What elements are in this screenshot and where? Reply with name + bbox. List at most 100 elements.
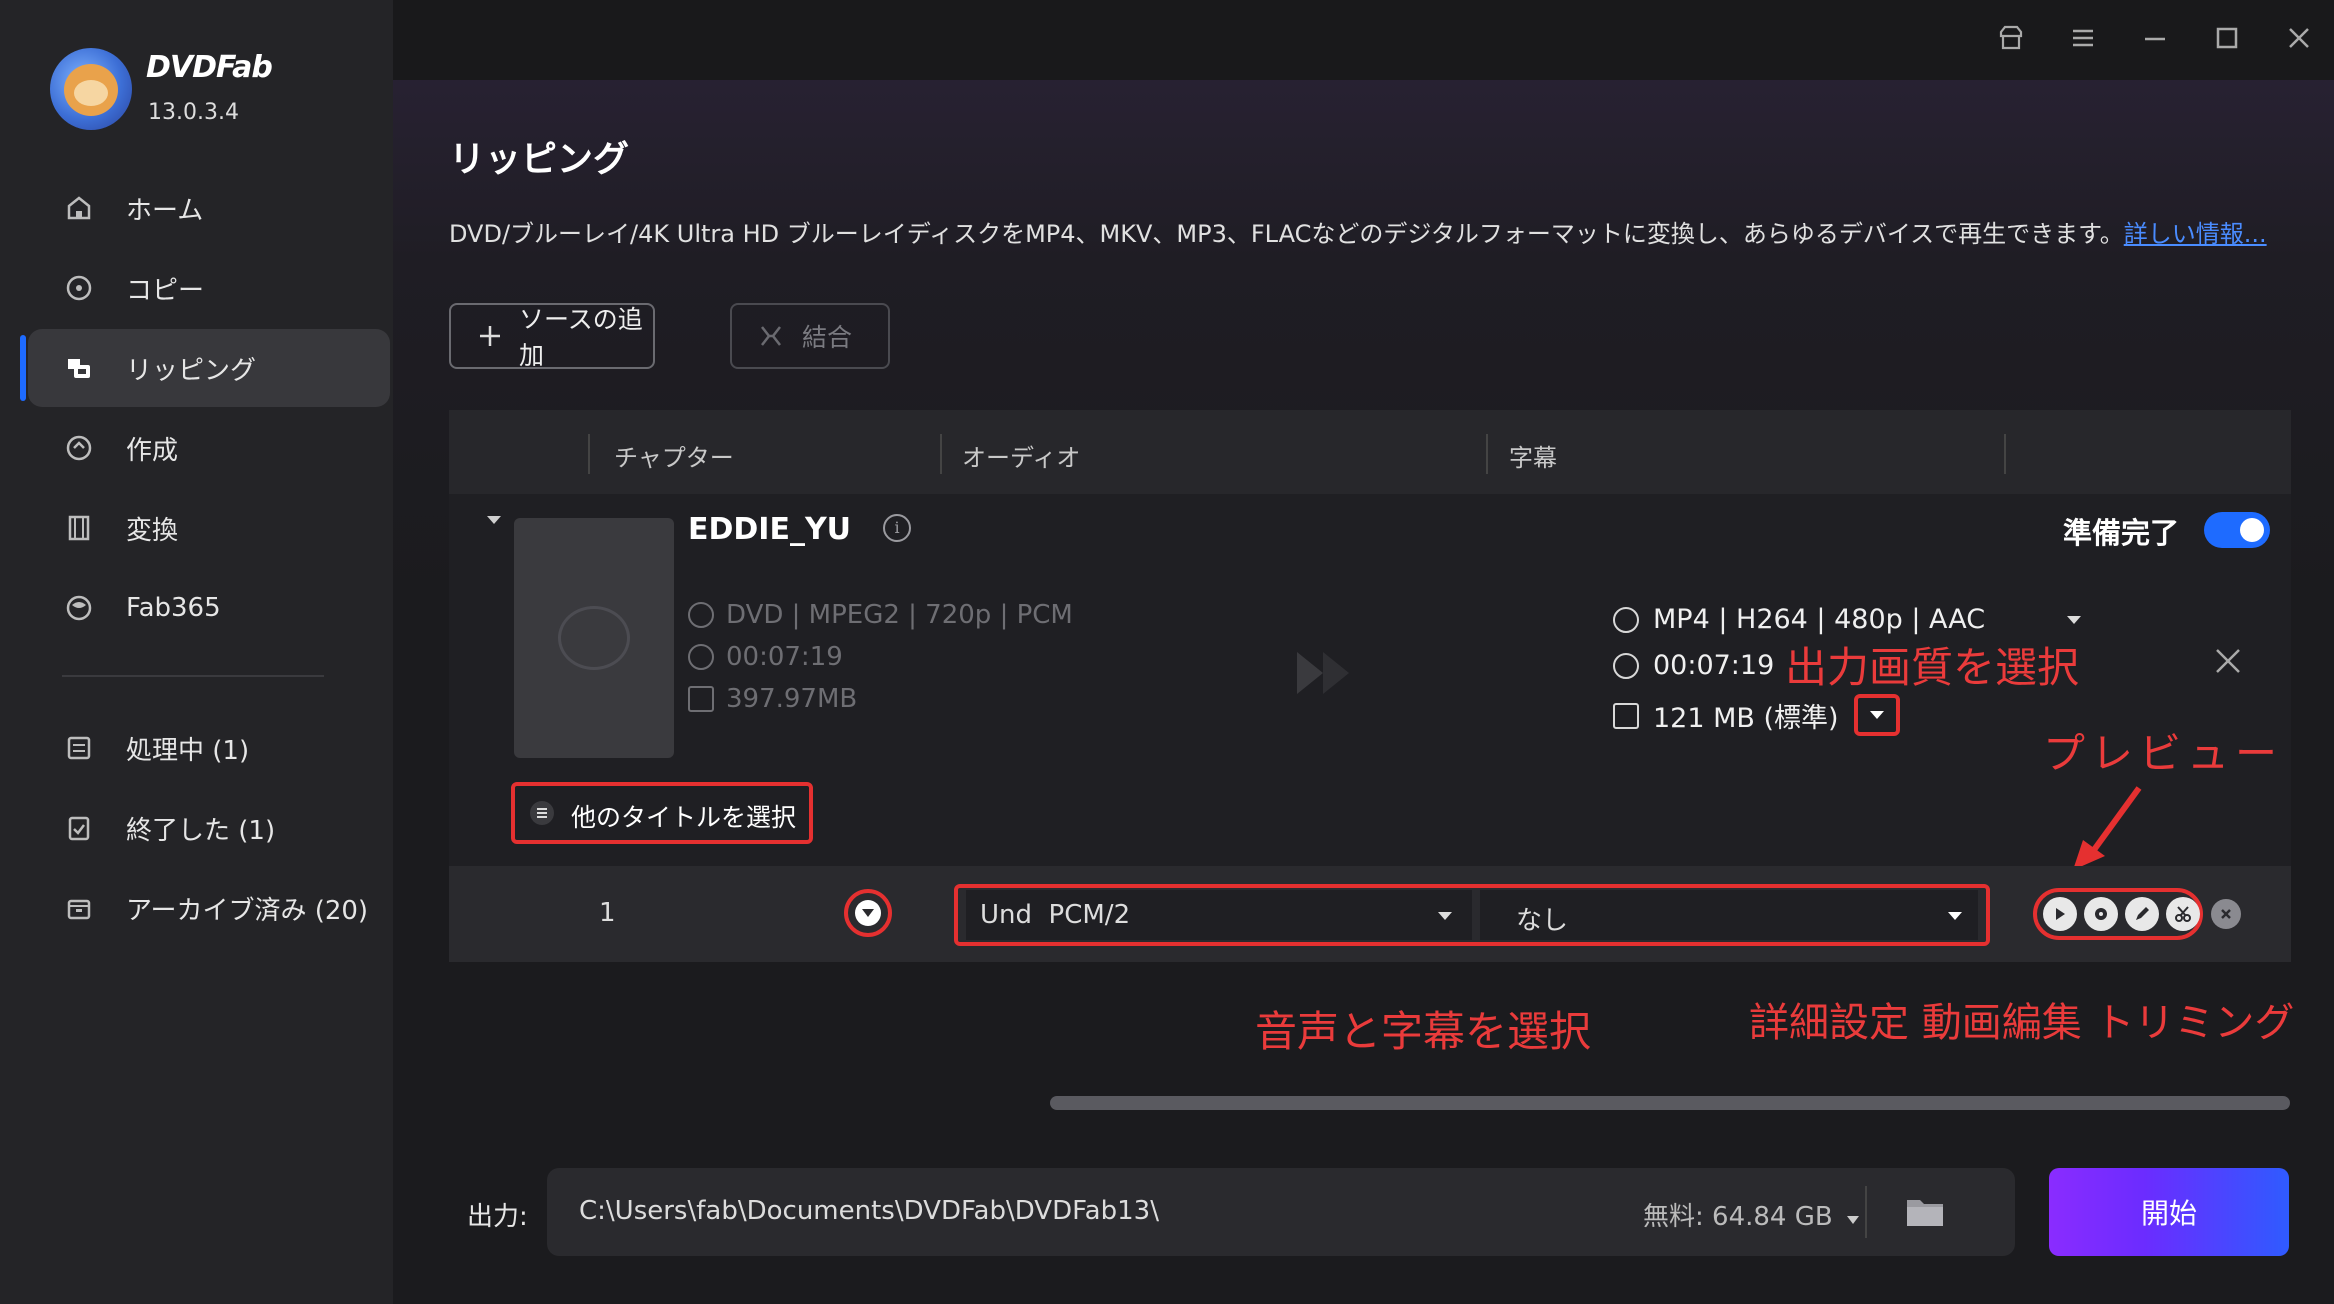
film-icon [62,511,96,545]
merge-icon [758,323,784,349]
folder-icon[interactable] [1905,1194,1945,1232]
annotation-preview: プレビュー [2043,729,2284,778]
output-size-text: 121 MB (標準) [1653,703,1839,734]
menu-icon[interactable] [2063,18,2103,58]
home-icon [62,191,96,225]
chevron-down-icon [1946,908,1964,927]
audio-select-value: Und PCM/2 [980,900,1131,930]
shop-icon[interactable] [1991,18,2031,58]
fab365-icon [62,591,96,625]
source-format-text: DVD | MPEG2 | 720p | PCM [726,600,1073,630]
processing-icon [62,731,96,765]
minimize-icon[interactable] [2135,18,2175,58]
annotation-tools: 詳細設定 動画編集 トリミング [1749,1000,2295,1046]
format-dropdown-icon[interactable] [2065,612,2083,631]
clock-icon [688,644,714,670]
sidebar-item-home[interactable]: ホーム [28,169,390,247]
column-audio: オーディオ [962,444,1081,472]
output-path-text: C:\Users\fab\Documents\DVDFab\DVDFab13\ [579,1196,1159,1226]
sidebar-item-label: 処理中 (1) [126,735,250,766]
subtitle-select[interactable]: なし [1480,890,1978,940]
sidebar-item-processing[interactable]: 処理中 (1) [28,709,390,787]
output-label: 出力: [467,1202,528,1232]
chevron-down-icon [1436,908,1454,927]
file-icon [688,686,714,712]
sidebar-item-label: 作成 [126,435,179,466]
quality-dropdown-icon[interactable] [1860,700,1894,730]
start-button[interactable]: 開始 [2049,1168,2289,1256]
collapse-arrow-icon[interactable] [485,512,503,531]
remove-title-icon[interactable] [2213,646,2243,680]
brand-name: DVDFab [146,50,273,85]
page-title: リッピング [449,139,630,180]
active-indicator [20,335,26,401]
chevron-down-icon [855,900,881,926]
close-window-icon[interactable] [2279,18,2319,58]
column-separator [2004,434,2006,474]
column-separator [588,434,590,474]
sidebar-item-finished[interactable]: 終了した (1) [28,789,390,867]
video-edit-icon[interactable] [2125,897,2159,931]
more-info-link[interactable]: 詳しい情報... [2124,220,2267,248]
sidebar-item-label: 変換 [126,515,179,546]
ready-toggle[interactable] [2204,512,2270,548]
title-bar [393,0,2334,80]
sidebar-item-ripper[interactable]: リッピング [28,329,390,407]
ripper-icon [62,351,96,385]
info-icon[interactable]: i [883,514,911,542]
sidebar-item-archived[interactable]: アーカイブ済み (20) [28,869,390,947]
finished-icon [62,811,96,845]
ready-label: 準備完了 [2063,516,2180,550]
output-duration: 00:07:19 [1613,650,1774,681]
source-size-text: 397.97MB [726,684,858,714]
output-format[interactable]: MP4 | H264 | 480p | AAC [1613,604,1985,635]
free-space-dropdown[interactable]: 無料: 64.84 GB [1643,1196,1861,1233]
source-duration: 00:07:19 [688,642,843,672]
horizontal-scrollbar[interactable] [1050,1096,2290,1110]
list-icon [529,800,555,830]
trim-icon[interactable] [2166,897,2200,931]
add-source-button[interactable]: ソースの追加 [449,303,655,370]
sidebar-item-label: コピー [126,275,205,306]
preview-play-icon[interactable] [2043,897,2077,931]
output-path-field[interactable]: C:\Users\fab\Documents\DVDFab\DVDFab13\ … [547,1168,2015,1256]
chapter-dropdown-button[interactable] [844,889,892,937]
free-space-text: 無料: 64.84 GB [1643,1202,1833,1232]
subtitle-select-value: なし [1516,906,1569,936]
sidebar-divider [62,675,324,677]
sidebar-item-label: リッピング [126,355,257,386]
column-chapter: チャプター [614,444,734,472]
maximize-icon[interactable] [2207,18,2247,58]
plus-icon [477,323,503,349]
sidebar-item-label: アーカイブ済み (20) [126,895,369,926]
page-description: DVD/ブルーレイ/4K Ultra HD ブルーレイディスクをMP4、MKV、… [449,214,2267,249]
merge-button[interactable]: 結合 [730,303,890,369]
other-titles-label: 他のタイトルを選択 [571,803,797,832]
table-header: チャプター オーディオ 字幕 [449,410,2291,494]
placeholder-logo-icon [558,606,630,670]
main-panel: リッピング DVD/ブルーレイ/4K Ultra HD ブルーレイディスクをMP… [393,0,2334,1304]
output-format-text: MP4 | H264 | 480p | AAC [1653,604,1986,635]
sidebar-item-create[interactable]: 作成 [28,409,390,487]
annotation-output-quality: 出力画質を選択 [1785,643,2080,692]
format-icon [1613,606,1639,633]
clock-icon [1613,652,1639,679]
disc-icon [688,602,714,628]
other-titles-button[interactable]: 他のタイトルを選択 [511,782,813,844]
file-icon [1613,702,1639,729]
sidebar-item-convert[interactable]: 変換 [28,489,390,567]
sidebar: DVDFab 13.0.3.4 ホーム コピー リッピング 作成 変換 Fab3… [0,0,393,1304]
add-source-label: ソースの追加 [519,305,643,370]
remove-chapter-icon[interactable] [2211,899,2241,929]
sidebar-item-copy[interactable]: コピー [28,249,390,327]
app-version: 13.0.3.4 [148,100,239,125]
sidebar-item-label: Fab365 [126,593,221,623]
audio-select[interactable]: Und PCM/2 [966,890,1472,940]
column-separator [1486,434,1488,474]
sidebar-item-label: ホーム [126,195,204,226]
sidebar-item-fab365[interactable]: Fab365 [28,569,390,647]
merge-label: 結合 [802,323,853,352]
advanced-settings-icon[interactable] [2084,897,2118,931]
source-duration-text: 00:07:19 [726,642,843,672]
annotation-arrow-icon [2069,784,2149,878]
